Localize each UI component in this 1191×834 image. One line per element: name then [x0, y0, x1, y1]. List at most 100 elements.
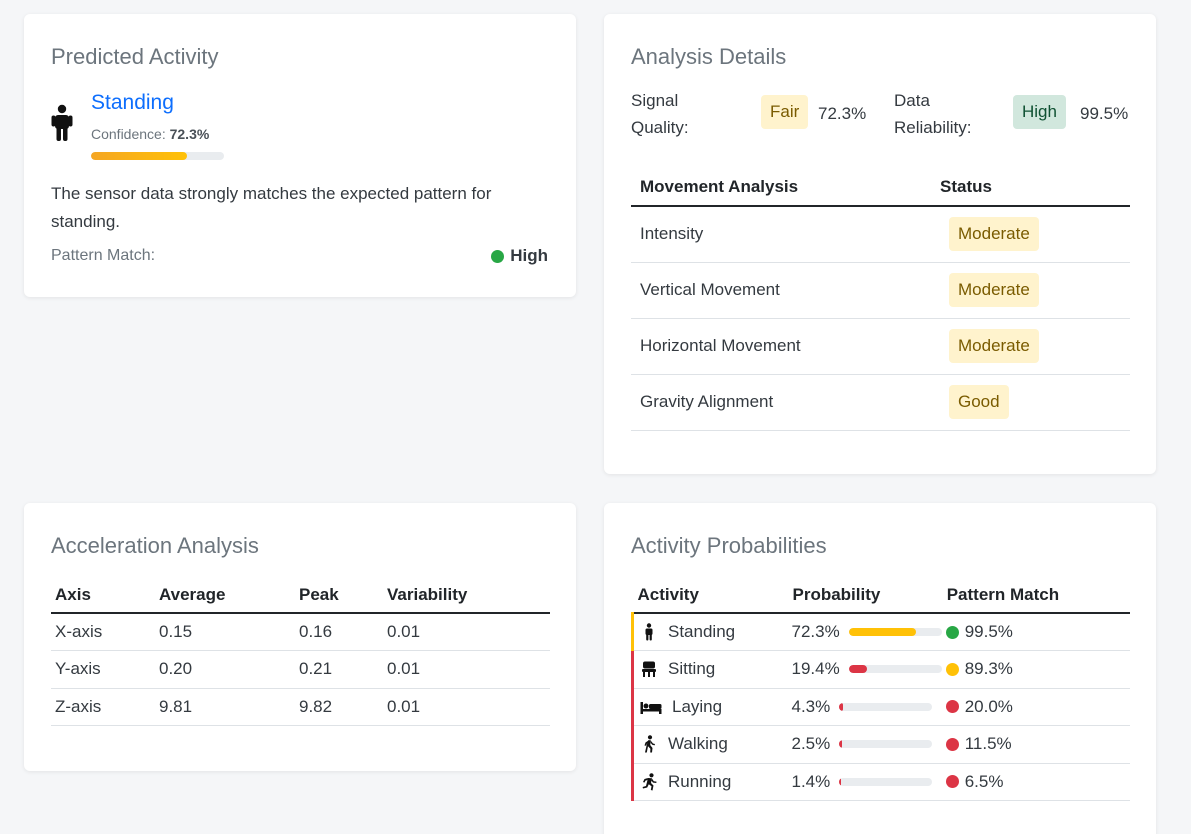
probability-bar [848, 628, 942, 636]
status-dot-icon [945, 737, 959, 751]
pattern-match-cell: 99.5% [941, 613, 1130, 651]
activity-cell: Standing [631, 613, 788, 651]
data-reliability-value: 99.5% [1080, 104, 1129, 123]
probability-value: 19.4% [791, 659, 840, 679]
status-cell: Moderate [931, 318, 1130, 375]
data-reliability-badge-text: High [1013, 95, 1066, 129]
probability-bar [839, 777, 933, 786]
average-cell: 9.81 [155, 688, 295, 726]
probability-fill [848, 628, 916, 636]
activity-cell: Running [631, 763, 788, 801]
movement-label: Intensity [631, 206, 931, 263]
status-dot-icon [945, 625, 959, 639]
person-running-icon [642, 772, 657, 791]
column-header-variability: Variability [383, 577, 550, 614]
confidence-text: Confidence: 72.3% [91, 126, 209, 142]
pattern-match-value: 89.3% [964, 659, 1013, 679]
status-badge: Good [949, 385, 1009, 419]
data-reliability-label-line2: Reliability: [894, 118, 972, 137]
confidence-progress-fill [91, 152, 188, 160]
table-row: Sitting 19.4% 89.3% [631, 650, 1130, 689]
status-dot-icon [491, 249, 505, 263]
activity-cell: Walking [631, 725, 788, 764]
table-header-row: Axis Average Peak Variability [51, 577, 550, 614]
probability-bar [839, 702, 933, 711]
column-header-average: Average [155, 577, 295, 614]
status-badge: Moderate [949, 329, 1039, 363]
probability-fill [839, 702, 844, 711]
table-row: Vertical Movement Moderate [631, 262, 1130, 319]
activity-name: Standing [668, 622, 736, 641]
probability-bar [839, 740, 933, 749]
probability-value: 2.5% [791, 734, 831, 754]
table-row: Horizontal Movement Moderate [631, 318, 1130, 375]
data-reliability-badge: High [1013, 95, 1066, 129]
pattern-match-value: High [491, 246, 548, 266]
table-row: Walking 2.5% 11.5% [631, 725, 1130, 764]
status-dot-icon [945, 700, 959, 714]
probability-bar [848, 665, 942, 674]
pattern-match-label: Pattern Match: [51, 247, 156, 264]
pattern-match-cell: 20.0% [941, 688, 1130, 726]
column-header-movement: Movement Analysis [631, 169, 931, 207]
pattern-match-text: High [510, 246, 548, 265]
probability-cell: 1.4% [787, 763, 942, 801]
table-row: X-axis 0.15 0.16 0.01 [51, 613, 550, 651]
probability-fill [839, 777, 841, 786]
acceleration-table: Axis Average Peak Variability X-axis 0.1… [51, 577, 550, 726]
person-walking-icon [644, 735, 655, 753]
probability-value: 4.3% [791, 696, 831, 716]
predicted-activity-name: Standing [91, 91, 174, 114]
table-row: Intensity Moderate [631, 206, 1130, 263]
confidence-value: 72.3% [169, 126, 210, 142]
probability-fill [839, 740, 842, 749]
activity-name: Running [668, 771, 732, 791]
analysis-details-card: Analysis Details Signal Quality: Fair 72… [604, 14, 1156, 474]
status-cell: Moderate [931, 206, 1130, 263]
table-header-row: Movement Analysis Status [631, 169, 1130, 207]
signal-quality-label-line2: Quality: [631, 118, 689, 137]
prediction-description: The sensor data strongly matches the exp… [51, 184, 492, 231]
status-dot-icon [945, 775, 959, 789]
column-header-probability: Probability [787, 577, 942, 614]
data-reliability-label-line1: Data [894, 91, 930, 110]
confidence-label: Confidence: [91, 126, 166, 142]
axis-cell: Z-axis [51, 688, 155, 726]
variability-cell: 0.01 [383, 650, 550, 689]
signal-quality-label-line1: Signal [631, 91, 679, 110]
activity-cell: Sitting [631, 650, 788, 689]
data-reliability-label: Data Reliability: [894, 87, 971, 141]
table-header-row: Activity Probability Pattern Match [632, 577, 1130, 614]
movement-label: Gravity Alignment [631, 374, 931, 431]
probability-cell: 2.5% [787, 725, 942, 764]
signal-quality-badge: Fair [761, 95, 809, 129]
pattern-match-value: 20.0% [964, 696, 1013, 716]
predicted-activity-card: Predicted Activity Standing Confidence: … [24, 14, 576, 297]
predicted-activity-title: Predicted Activity [51, 44, 219, 69]
peak-cell: 9.82 [295, 688, 383, 726]
variability-cell: 0.01 [383, 688, 550, 726]
person-standing-icon [645, 623, 653, 641]
column-header-axis: Axis [51, 577, 155, 614]
confidence-progress-bar [91, 152, 224, 160]
status-cell: Good [931, 374, 1130, 431]
column-header-peak: Peak [295, 577, 383, 614]
movement-label: Vertical Movement [631, 262, 931, 319]
probability-cell: 72.3% [787, 613, 942, 651]
axis-cell: X-axis [51, 613, 155, 651]
activity-name: Sitting [668, 659, 716, 679]
activity-name: Walking [668, 734, 728, 754]
movement-label: Horizontal Movement [631, 318, 931, 375]
peak-cell: 0.21 [295, 650, 383, 689]
activity-cell: Laying [631, 688, 788, 726]
chair-icon [642, 661, 656, 678]
activity-probabilities-card: Activity Probabilities Activity Probabil… [604, 503, 1156, 834]
pattern-match-value: 11.5% [964, 734, 1012, 754]
signal-quality-badge-text: Fair [761, 95, 809, 129]
column-header-status: Status [931, 169, 1130, 207]
axis-cell: Y-axis [51, 650, 155, 689]
peak-cell: 0.16 [295, 613, 383, 651]
status-cell: Moderate [931, 262, 1130, 319]
probability-cell: 4.3% [787, 688, 942, 726]
bed-icon [640, 701, 662, 714]
